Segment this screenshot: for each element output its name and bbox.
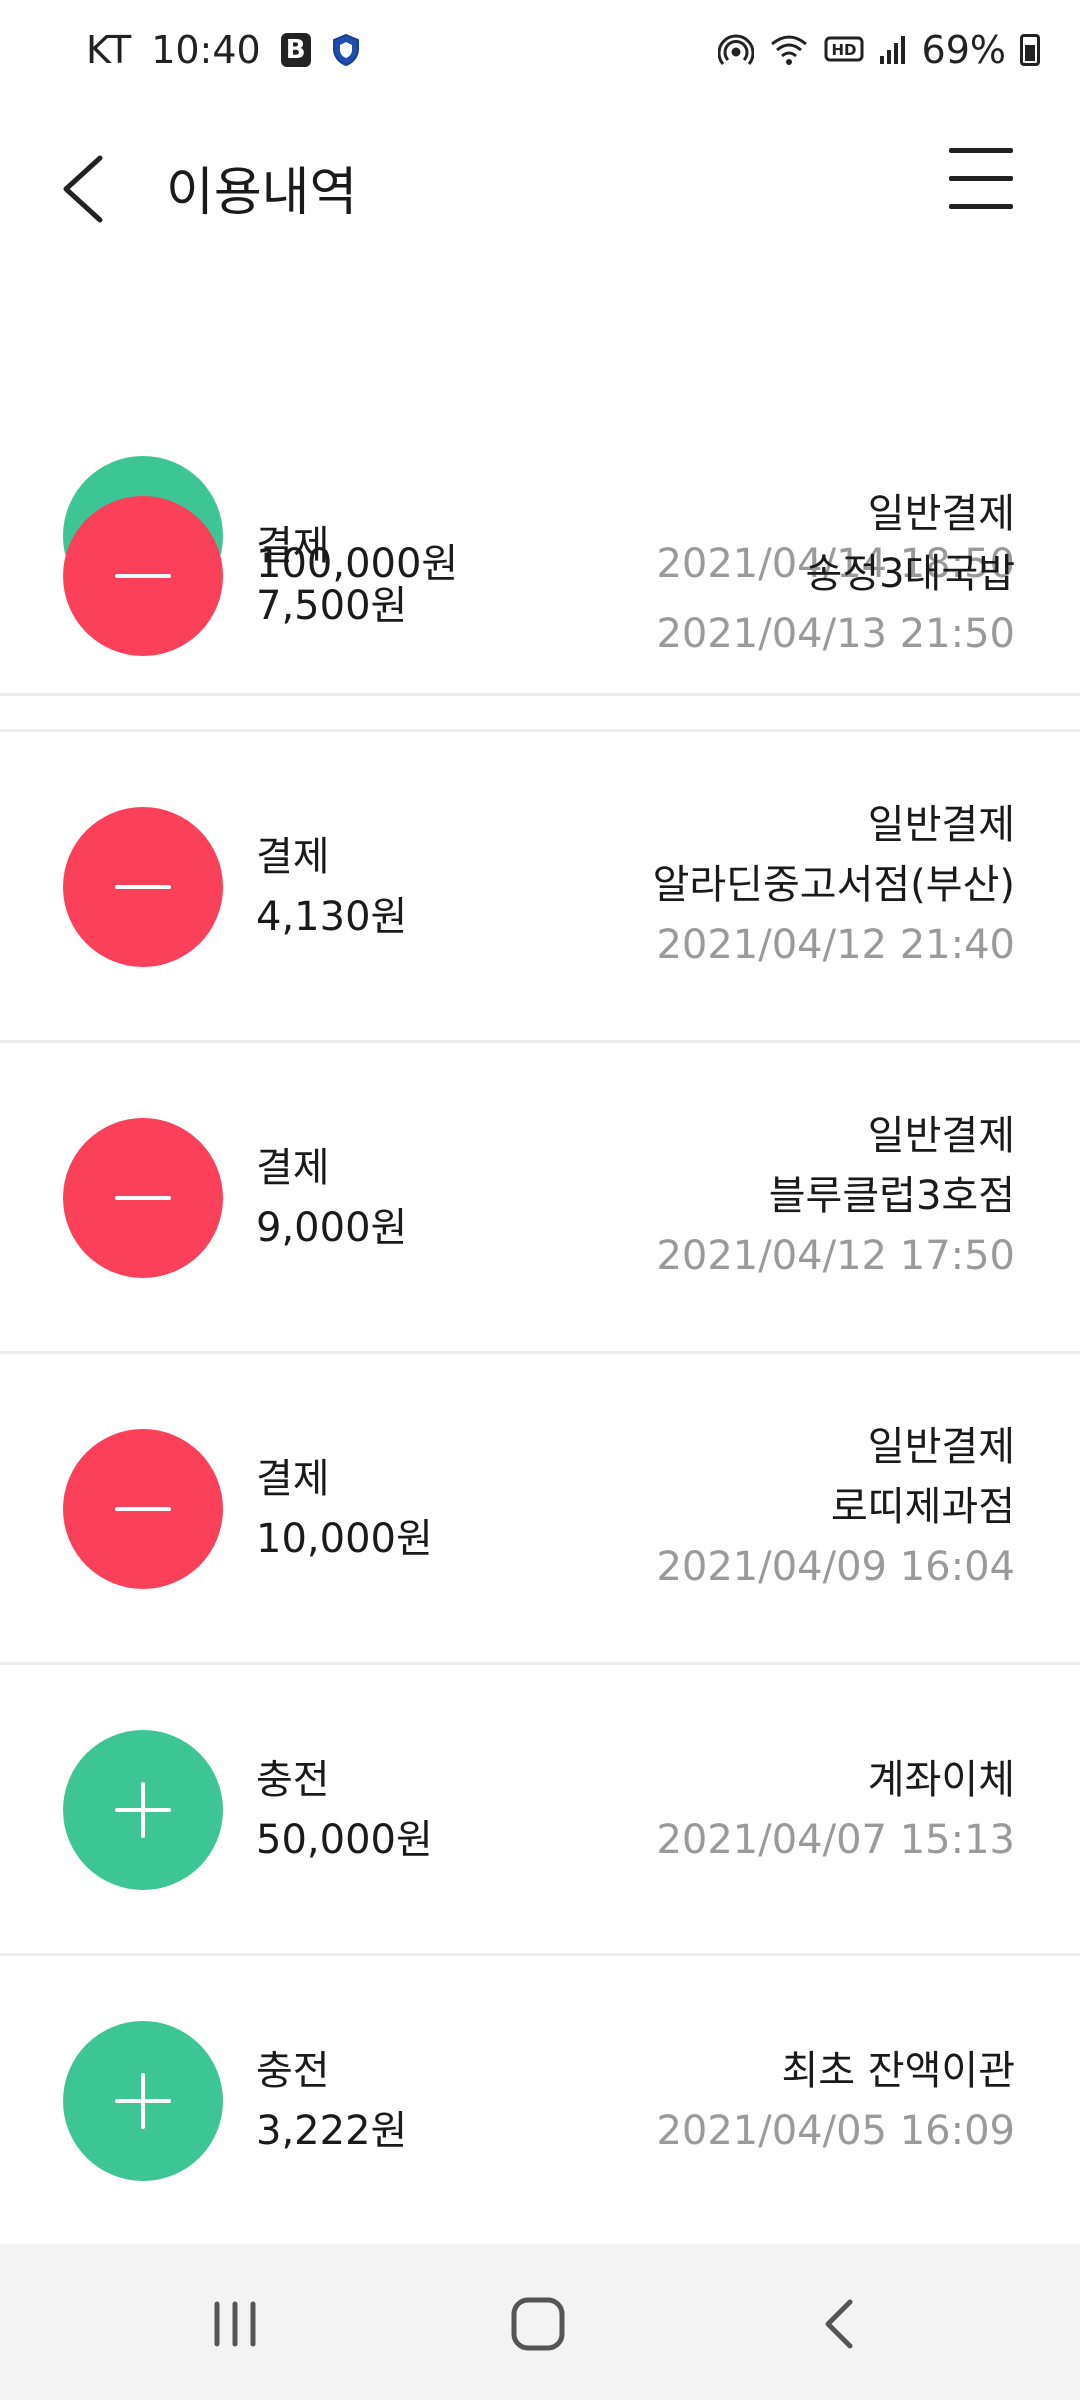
payment-icon xyxy=(63,1429,223,1589)
menu-button[interactable] xyxy=(945,148,1015,212)
hamburger-line xyxy=(949,176,1013,181)
page-title: 이용내역 xyxy=(166,163,358,223)
transaction-row[interactable]: 충전 3,222원 최초 잔액이관 2021/04/05 16:09 xyxy=(0,1955,1080,2244)
transaction-type: 충전 xyxy=(256,1757,330,1803)
hd-voice-icon: HD xyxy=(824,35,864,65)
payment-method: 일반결제 xyxy=(867,491,1015,537)
merchant-name: 블루클럽3호점 xyxy=(768,1173,1015,1219)
merchant-name: 송정3대국밥 xyxy=(805,551,1015,597)
home-button[interactable] xyxy=(478,2284,598,2364)
charge-icon xyxy=(63,1730,223,1890)
transaction-list[interactable]: 100,000원 2021/04/14 18:50 결제 7,500원 일반결제… xyxy=(0,276,1080,2244)
merchant-name: 알라딘중고서점(부산) xyxy=(652,862,1015,908)
status-bar: KT 10:40 B HD 69% xyxy=(0,0,1080,100)
home-icon xyxy=(511,2297,565,2351)
payment-icon xyxy=(63,496,223,656)
transaction-type: 결제 xyxy=(256,1145,330,1191)
clock: 10:40 xyxy=(151,28,261,72)
transaction-date: 2021/04/12 17:50 xyxy=(656,1233,1015,1279)
back-button[interactable] xyxy=(52,144,142,234)
recents-button[interactable] xyxy=(175,2284,295,2364)
transaction-amount: 50,000원 xyxy=(256,1817,433,1863)
transaction-row[interactable]: 결제 4,130원 일반결제 알라딘중고서점(부산) 2021/04/12 21… xyxy=(0,731,1080,1043)
transaction-row[interactable]: 결제 7,500원 일반결제 송정3대국밥 2021/04/13 21:50 xyxy=(0,420,1080,732)
hotspot-icon xyxy=(717,32,754,68)
payment-method: 일반결제 xyxy=(867,802,1015,848)
transaction-date: 2021/04/05 16:09 xyxy=(656,2108,1015,2154)
payment-icon xyxy=(63,1118,223,1278)
transaction-amount: 9,000원 xyxy=(256,1205,408,1251)
payment-method: 일반결제 xyxy=(867,1424,1015,1470)
svg-text:HD: HD xyxy=(831,41,856,59)
transaction-date: 2021/04/12 21:40 xyxy=(656,922,1015,968)
transaction-type: 결제 xyxy=(256,1456,330,1502)
transaction-date: 2021/04/13 21:50 xyxy=(656,611,1015,657)
nav-back-button[interactable] xyxy=(780,2284,900,2364)
transaction-amount: 4,130원 xyxy=(256,894,408,940)
transaction-date: 2021/04/07 15:13 xyxy=(656,1817,1015,1863)
battery-icon xyxy=(1020,34,1040,66)
transaction-type: 충전 xyxy=(256,2048,330,2094)
battery-percent: 69% xyxy=(921,28,1006,72)
hamburger-line xyxy=(949,148,1013,153)
wifi-icon xyxy=(768,32,810,68)
charge-icon xyxy=(63,2021,223,2181)
chevron-left-icon xyxy=(63,155,103,223)
transaction-amount: 10,000원 xyxy=(256,1516,433,1562)
hamburger-line xyxy=(949,204,1013,209)
system-nav-bar xyxy=(0,2244,1080,2400)
transaction-type: 결제 xyxy=(256,523,330,569)
back-icon xyxy=(825,2299,853,2349)
payment-method: 일반결제 xyxy=(867,1113,1015,1159)
transaction-amount: 7,500원 xyxy=(256,583,408,629)
signal-icon xyxy=(878,34,908,66)
transaction-date: 2021/04/09 16:04 xyxy=(656,1544,1015,1590)
recents-icon xyxy=(214,2301,256,2347)
transaction-row[interactable]: 결제 9,000원 일반결제 블루클럽3호점 2021/04/12 17:50 xyxy=(0,1042,1080,1354)
payment-method: 계좌이체 xyxy=(867,1757,1015,1803)
b-app-icon: B xyxy=(280,33,311,67)
merchant-name: 로띠제과점 xyxy=(831,1484,1015,1530)
payment-icon xyxy=(63,807,223,967)
app-header: 이용내역 xyxy=(0,100,1080,276)
shield-icon xyxy=(331,33,361,67)
carrier-label: KT xyxy=(86,28,132,72)
payment-method: 최초 잔액이관 xyxy=(781,2048,1015,2094)
transaction-row[interactable]: 결제 10,000원 일반결제 로띠제과점 2021/04/09 16:04 xyxy=(0,1353,1080,1665)
transaction-type: 결제 xyxy=(256,834,330,880)
transaction-amount: 3,222원 xyxy=(256,2108,408,2154)
transaction-row[interactable]: 충전 50,000원 계좌이체 2021/04/07 15:13 xyxy=(0,1664,1080,1956)
